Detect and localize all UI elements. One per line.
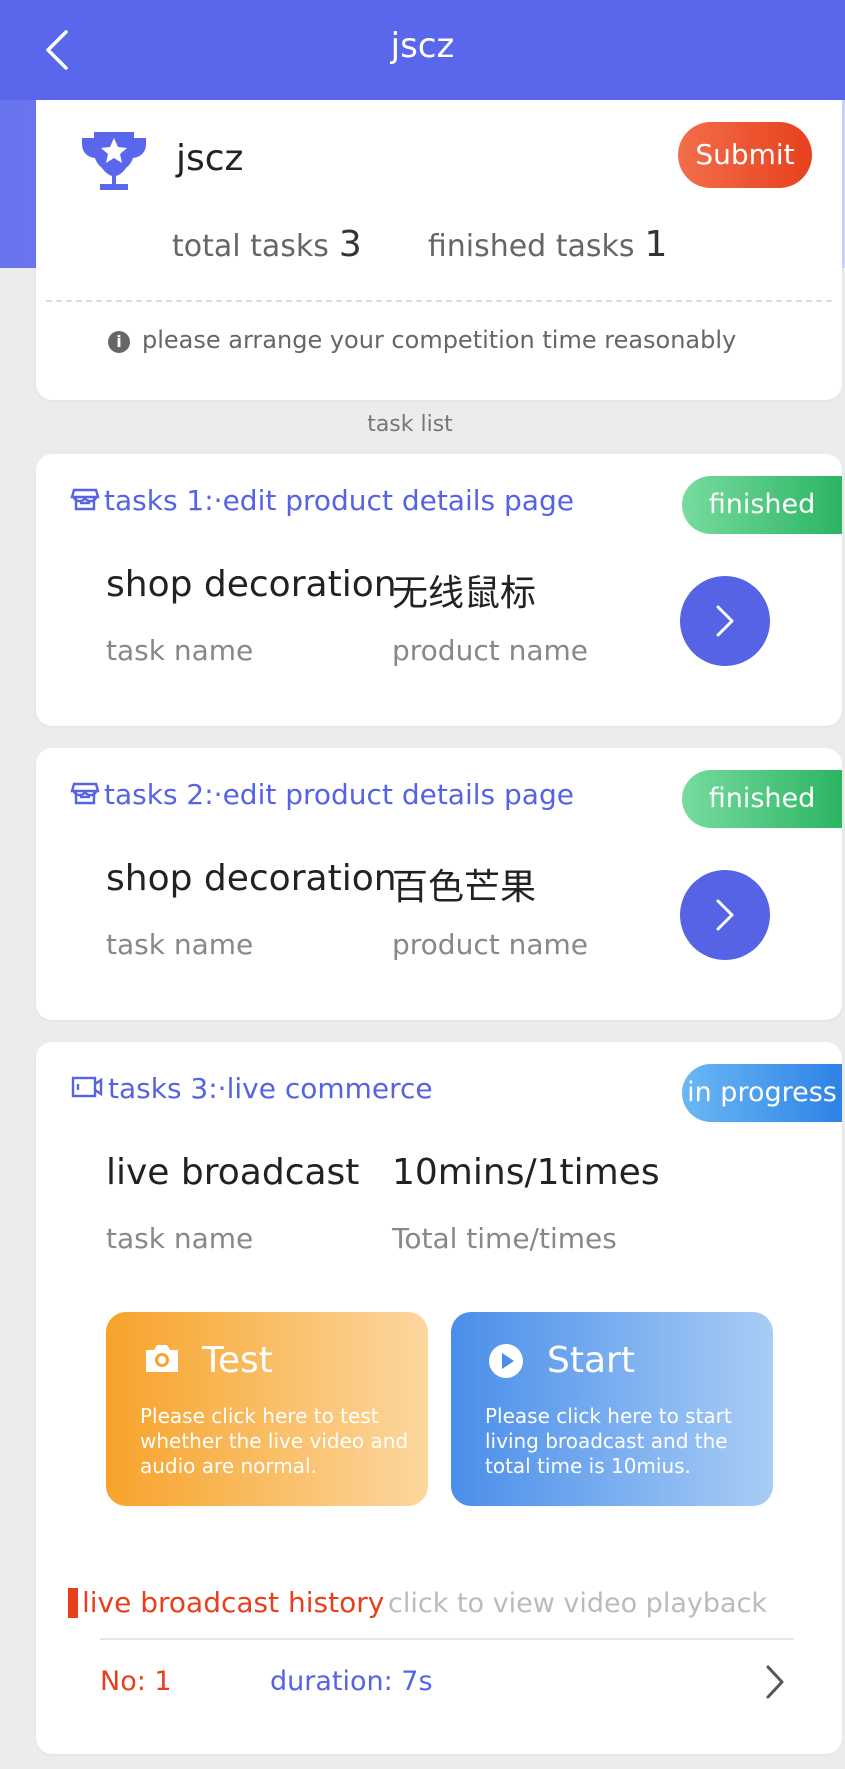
- hint-label: please arrange your competition time rea…: [142, 326, 737, 354]
- product-name-label: product name: [392, 928, 588, 961]
- start-button[interactable]: Start Please click here to start living …: [451, 1312, 773, 1506]
- task-name-label: task name: [106, 928, 254, 961]
- chevron-right-icon: [766, 1665, 784, 1699]
- shop-icon: [70, 782, 100, 805]
- product-name-value: 无线鼠标: [392, 573, 537, 614]
- submit-button[interactable]: Submit: [678, 122, 812, 188]
- total-time-label: Total time/times: [392, 1222, 617, 1255]
- hint-text: i please arrange your competition time re…: [108, 326, 736, 354]
- product-name-label: product name: [392, 634, 588, 667]
- summary-card: jscz Submit total tasks 3 finished tasks 1 …: [36, 100, 842, 400]
- divider: [46, 300, 832, 302]
- task-list-label: task list: [367, 412, 453, 437]
- task-name-value: shop decoration: [106, 858, 397, 899]
- task-name-label: task name: [106, 1222, 254, 1255]
- total-tasks-label: total tasks: [172, 229, 329, 264]
- start-description: Please click here to start living broadc…: [485, 1404, 732, 1478]
- task-heading-label: tasks 2:·edit product details page: [104, 778, 574, 811]
- open-task-button[interactable]: [680, 870, 770, 960]
- divider: [100, 1638, 794, 1640]
- shop-icon: [70, 488, 100, 511]
- history-marker: [68, 1588, 78, 1618]
- competition-name: jscz: [176, 138, 244, 179]
- history-duration: duration: 7s: [270, 1666, 433, 1697]
- history-subtitle: click to view video playback: [388, 1588, 768, 1619]
- task-heading: tasks 1:·edit product details page: [70, 484, 574, 517]
- chevron-right-icon: [716, 605, 734, 637]
- open-task-button[interactable]: [680, 576, 770, 666]
- task-card: tasks 1:·edit product details page finis…: [36, 454, 842, 726]
- chevron-right-icon: [716, 899, 734, 931]
- task-heading: tasks 2:·edit product details page: [70, 778, 574, 811]
- total-time-value: 10mins/1times: [392, 1152, 660, 1193]
- task-name-label: task name: [106, 634, 254, 667]
- task-heading-label: tasks 1:·edit product details page: [104, 484, 574, 517]
- test-title: Test: [202, 1340, 273, 1381]
- task-name-value: live broadcast: [106, 1152, 360, 1193]
- status-badge: finished: [682, 770, 842, 828]
- trophy-icon: [82, 132, 146, 190]
- task-name-value: shop decoration: [106, 564, 397, 605]
- finished-tasks-label: finished tasks: [427, 229, 635, 264]
- total-tasks-value: 3: [338, 224, 362, 265]
- history-number: No: 1: [100, 1666, 172, 1697]
- start-title: Start: [547, 1340, 635, 1381]
- video-camera-icon: [71, 1076, 103, 1098]
- test-description: Please click here to test whether the li…: [140, 1404, 409, 1478]
- status-badge: finished: [682, 476, 842, 534]
- test-button[interactable]: Test Please click here to test whether t…: [106, 1312, 428, 1506]
- camera-icon: [146, 1345, 178, 1372]
- history-row[interactable]: No: 1 duration: 7s: [100, 1648, 794, 1718]
- task-stats: total tasks 3 finished tasks 1: [172, 224, 667, 265]
- status-badge: in progress: [682, 1064, 842, 1122]
- product-name-value: 百色芒果: [392, 867, 537, 908]
- task-card: tasks 2:·edit product details page finis…: [36, 748, 842, 1020]
- task-heading-label: tasks 3:·live commerce: [108, 1072, 433, 1105]
- top-bar: jscz: [0, 0, 845, 100]
- finished-tasks-value: 1: [644, 224, 668, 265]
- play-icon: [489, 1344, 523, 1378]
- info-icon: i: [108, 331, 130, 353]
- history-title: live broadcast history: [82, 1586, 385, 1619]
- task-heading: tasks 3:·live commerce: [70, 1072, 433, 1105]
- task-card: tasks 3:·live commerce in progress live …: [36, 1042, 842, 1754]
- page-title: jscz: [390, 26, 455, 66]
